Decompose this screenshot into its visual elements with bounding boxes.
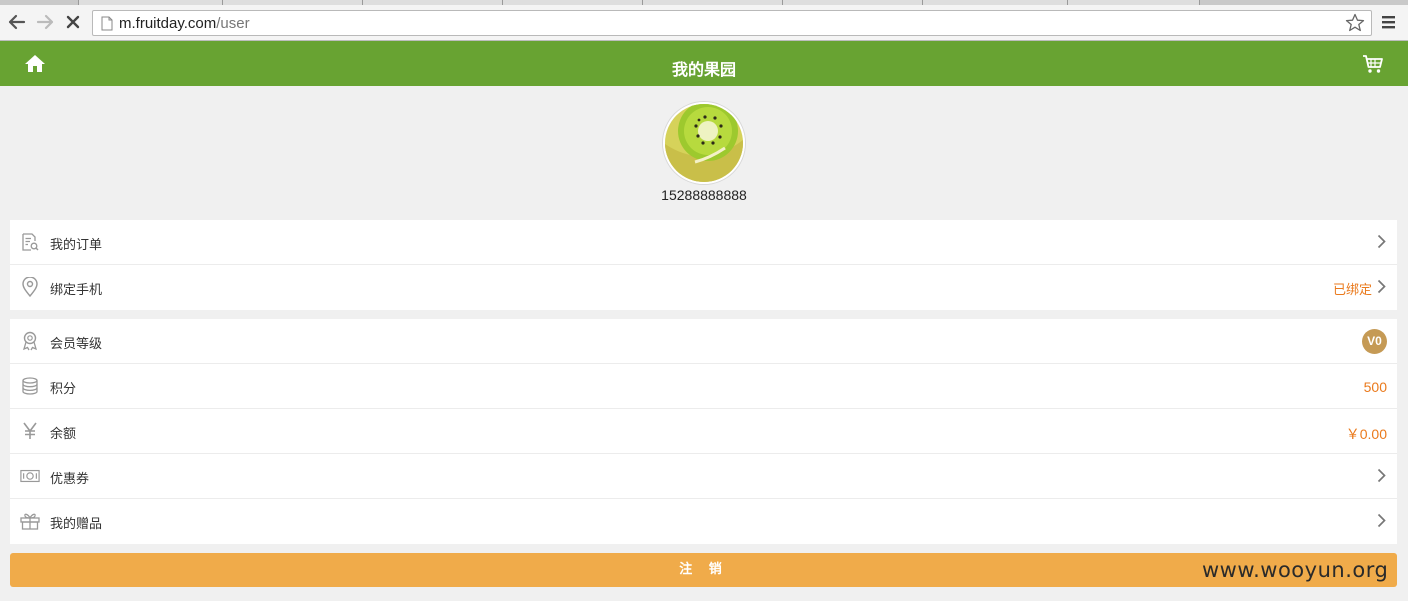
back-button[interactable] <box>6 11 28 33</box>
order-icon <box>20 232 40 252</box>
stop-loading-button[interactable] <box>62 11 84 33</box>
user-phone-number: 15288888888 <box>661 187 747 203</box>
chevron-right-icon <box>1377 234 1386 249</box>
back-arrow-icon <box>8 14 26 30</box>
location-pin-icon <box>20 277 40 297</box>
my-gifts-label: 我的赠品 <box>50 517 103 532</box>
watermark: www.wooyun.org <box>1202 558 1389 582</box>
browser-toolbar: m.fruitday.com/user <box>0 5 1408 41</box>
my-orders-label: 我的订单 <box>50 238 103 253</box>
chevron-right-icon <box>1377 468 1386 483</box>
coupons-row[interactable]: 优惠券 <box>10 454 1397 499</box>
bind-phone-row[interactable]: 绑定手机 已绑定 <box>10 265 1397 310</box>
member-level-label: 会员等级 <box>50 337 103 352</box>
coupons-label: 优惠券 <box>50 472 90 487</box>
url-path: /user <box>216 15 250 32</box>
coupon-icon <box>20 466 40 486</box>
yen-icon <box>20 421 40 441</box>
my-gifts-row[interactable]: 我的赠品 <box>10 499 1397 544</box>
page-title: 我的果园 <box>671 60 736 79</box>
points-row[interactable]: 积分 500 <box>10 364 1397 409</box>
logout-button[interactable]: 注 销 <box>10 553 1397 587</box>
bind-phone-label: 绑定手机 <box>50 283 103 298</box>
bind-status-text: 已绑定 <box>1332 283 1372 298</box>
cart-icon[interactable] <box>1362 54 1384 74</box>
balance-value: ￥0.00 <box>1345 426 1387 442</box>
coins-icon <box>20 376 40 396</box>
avatar[interactable] <box>663 102 745 184</box>
close-icon <box>66 15 80 29</box>
account-card: 我的订单 绑定手机 已绑定 <box>10 220 1397 310</box>
forward-arrow-icon <box>36 14 54 30</box>
bookmark-star-icon[interactable] <box>1345 13 1365 33</box>
my-orders-row[interactable]: 我的订单 <box>10 220 1397 265</box>
points-label: 积分 <box>50 382 77 397</box>
member-level-row[interactable]: 会员等级 V0 <box>10 319 1397 364</box>
app-header: 我的果园 <box>0 41 1408 86</box>
address-bar[interactable]: m.fruitday.com/user <box>92 10 1372 36</box>
forward-button[interactable] <box>34 11 56 33</box>
assets-card: 会员等级 V0 积分 500 余额 ￥0.00 优惠券 我的赠品 <box>10 319 1397 544</box>
kiwi-avatar-image <box>665 104 743 182</box>
page-icon <box>101 16 113 31</box>
chevron-right-icon <box>1377 279 1386 294</box>
medal-icon <box>20 331 40 351</box>
points-value: 500 <box>1363 379 1387 395</box>
gift-icon <box>20 511 40 531</box>
address-url: m.fruitday.com/user <box>119 15 250 32</box>
url-host: m.fruitday.com <box>119 15 217 32</box>
browser-menu-icon[interactable] <box>1380 14 1398 30</box>
balance-label: 余额 <box>50 427 77 442</box>
chevron-right-icon <box>1377 513 1386 528</box>
balance-row[interactable]: 余额 ￥0.00 <box>10 409 1397 454</box>
member-level-badge: V0 <box>1362 329 1387 354</box>
